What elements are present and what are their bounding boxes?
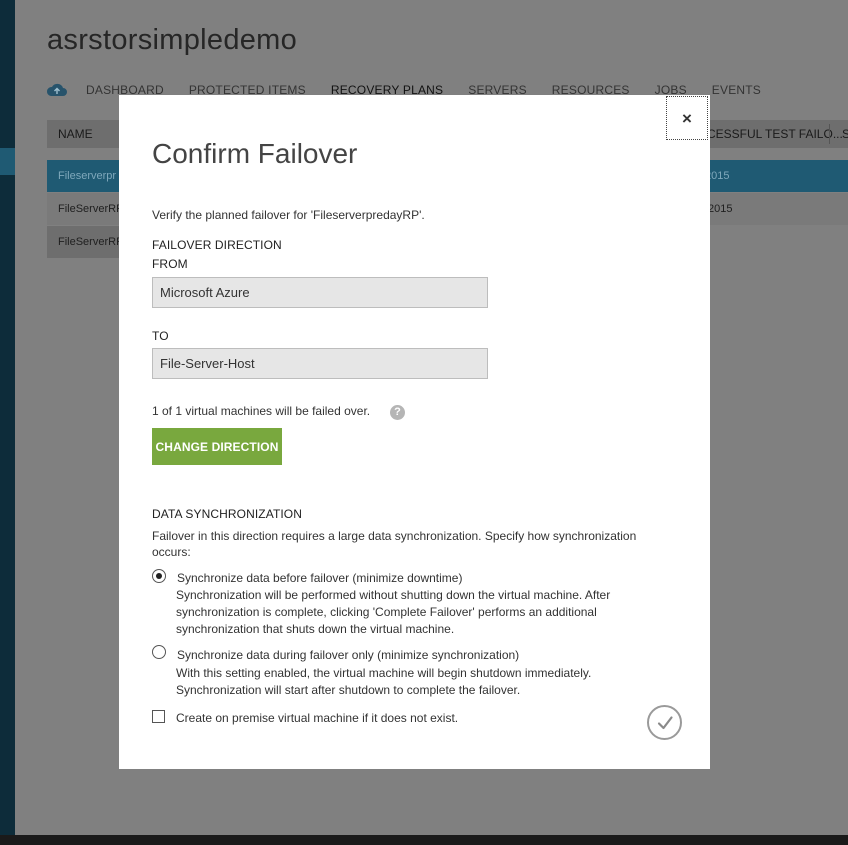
from-label: FROM <box>152 257 188 271</box>
failover-direction-label: FAILOVER DIRECTION <box>152 238 282 252</box>
left-navigation-rail <box>0 0 15 845</box>
row-name: Fileserverpr <box>58 170 117 182</box>
radio-sync-before-failover[interactable] <box>152 569 166 583</box>
data-sync-label: DATA SYNCHRONIZATION <box>152 507 303 521</box>
verify-text: Verify the planned failover for 'Fileser… <box>152 208 425 222</box>
option-title: Synchronize data before failover (minimi… <box>177 571 463 585</box>
confirm-failover-dialog: × Confirm Failover Verify the planned fa… <box>119 95 710 769</box>
create-vm-checkbox[interactable] <box>152 710 165 723</box>
help-icon[interactable]: ? <box>390 405 405 420</box>
row-name: FileServerRF <box>58 236 123 248</box>
nav-events[interactable]: EVENTS <box>712 83 761 97</box>
column-divider <box>829 124 830 144</box>
vm-count-text: 1 of 1 virtual machines will be failed o… <box>152 404 371 418</box>
radio-sync-during-failover[interactable] <box>152 645 166 659</box>
column-header-name[interactable]: NAME <box>58 127 93 141</box>
option-description: Synchronization will be performed withou… <box>176 588 611 636</box>
column-header-more[interactable]: S <box>842 127 848 141</box>
cloud-upload-icon[interactable] <box>46 83 68 97</box>
option-description: With this setting enabled, the virtual m… <box>176 666 592 697</box>
dialog-title: Confirm Failover <box>152 138 358 169</box>
page-title: asrstorsimpledemo <box>47 24 298 56</box>
row-name: FileServerRF <box>58 203 123 215</box>
change-direction-button[interactable]: CHANGE DIRECTION <box>152 428 282 465</box>
close-button[interactable]: × <box>666 96 708 140</box>
sync-intro-text: Failover in this direction requires a la… <box>152 529 637 559</box>
from-field: Microsoft Azure <box>152 277 488 308</box>
checkmark-icon <box>657 715 673 729</box>
option-title: Synchronize data during failover only (m… <box>177 648 520 662</box>
column-header-last-test-failover[interactable]: CESSFUL TEST FAILO... <box>707 127 843 141</box>
confirm-check-button[interactable] <box>647 705 682 740</box>
to-field: File-Server-Host <box>152 348 488 379</box>
to-label: TO <box>152 329 169 343</box>
left-rail-selected-band <box>0 148 15 175</box>
close-icon: × <box>682 108 692 128</box>
create-vm-label: Create on premise virtual machine if it … <box>176 711 459 725</box>
bottom-command-bar <box>0 835 848 845</box>
table-row[interactable]: FileServerRF <box>47 226 123 258</box>
